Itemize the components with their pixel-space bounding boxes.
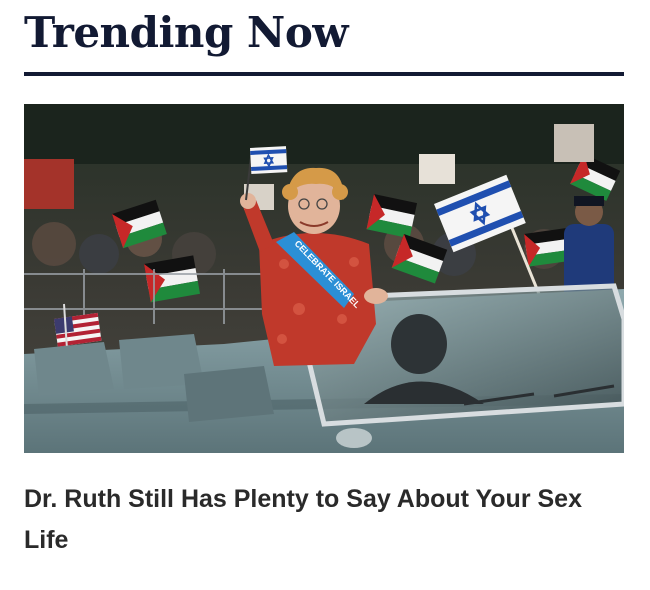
article-image[interactable]: CELEBRATE ISRAEL	[24, 104, 624, 453]
article-headline-link[interactable]: Dr. Ruth Still Has Plenty to Say About Y…	[24, 479, 614, 561]
parade-photo-illustration: CELEBRATE ISRAEL	[24, 104, 624, 453]
section-divider	[24, 72, 624, 76]
section-title: Trending Now	[24, 8, 349, 57]
trending-now-module: Trending Now CELEBRATE ISRAEL Dr. Ruth S…	[24, 0, 624, 561]
